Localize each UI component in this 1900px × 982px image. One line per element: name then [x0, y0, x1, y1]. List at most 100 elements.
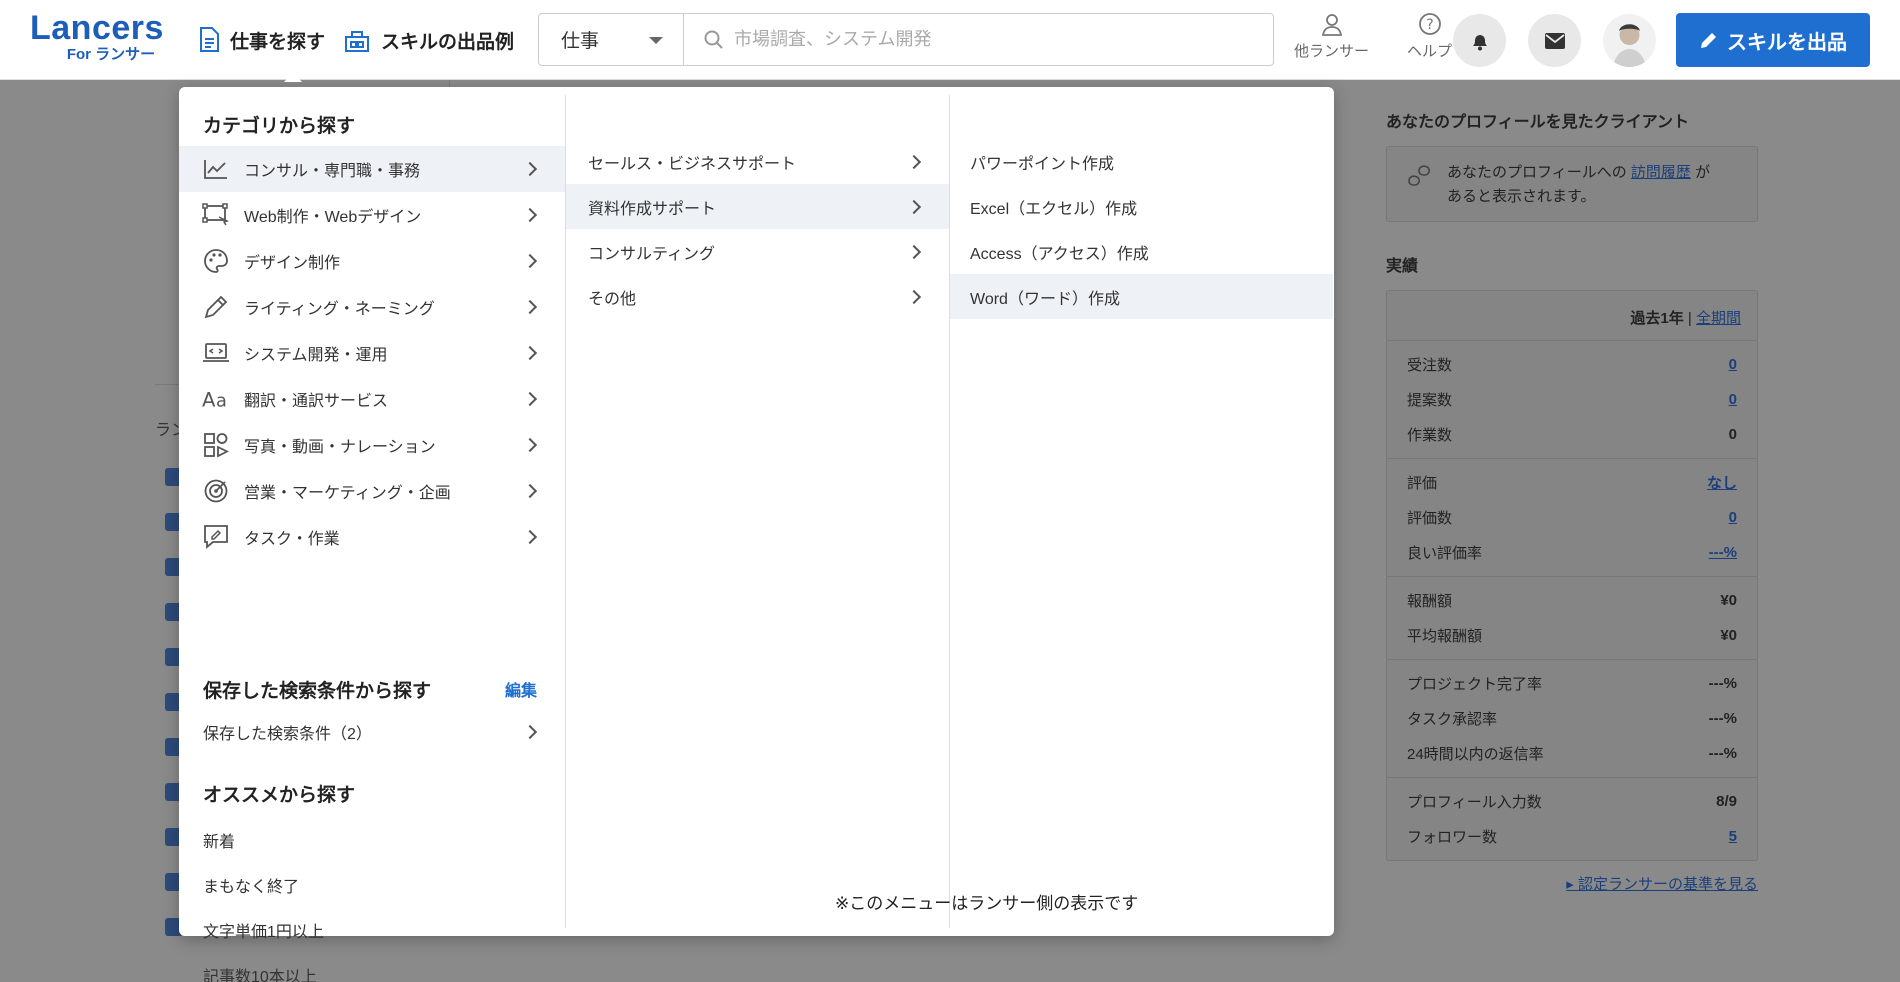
messages-button[interactable] [1528, 14, 1581, 67]
record-value[interactable]: なし [1707, 472, 1737, 493]
shop-icon [345, 31, 369, 52]
mail-icon [1544, 32, 1565, 49]
subcategory-label: コンサルティング [588, 245, 716, 263]
chart-line-icon [202, 155, 230, 183]
translate-icon: Aa [202, 385, 230, 413]
saved-edit-link[interactable]: 編集 [505, 677, 537, 701]
record-label: フォロワー数 [1407, 829, 1498, 846]
record-value[interactable]: 5 [1729, 828, 1737, 845]
chevron-right-icon [522, 437, 538, 453]
visited-text: あなたのプロフィールへの 訪問履歴 が あると表示されます。 [1447, 161, 1710, 207]
top-header: Lancers For ランサー 仕事を探す スキルの出品例 仕事 他ランサー … [0, 0, 1900, 80]
chevron-right-icon [906, 199, 922, 214]
palette-icon [202, 247, 230, 275]
search-box[interactable] [683, 13, 1274, 66]
search-type-select[interactable]: 仕事 [538, 13, 684, 66]
post-skill-label: スキルを出品 [1727, 31, 1847, 54]
leaf-list: パワーポイント作成 Excel（エクセル）作成 Access（アクセス）作成 Word… [950, 139, 1333, 319]
pen-icon [202, 293, 230, 321]
category-label: 営業・マーケティング・企画 [244, 485, 451, 502]
record-row: タスク承認率 ---% [1387, 701, 1757, 736]
chevron-right-icon [522, 483, 538, 499]
category-item[interactable]: コンサル・専門職・事務 [179, 146, 565, 192]
leaf-item[interactable]: Excel（エクセル）作成 [950, 184, 1333, 229]
other-lancers-link[interactable]: 他ランサー [1294, 12, 1369, 61]
record-label: 評価数 [1407, 510, 1453, 527]
search-input[interactable] [734, 29, 1254, 50]
document-icon [200, 27, 219, 52]
recommend-item[interactable]: 新着 [203, 828, 235, 852]
leaf-label: Word（ワード）作成 [970, 290, 1120, 308]
period-all-link[interactable]: 全期間 [1696, 310, 1741, 327]
record-row: 作業数 0 [1387, 417, 1757, 452]
subcategory-item[interactable]: 資料作成サポート [566, 184, 949, 229]
subcategory-label: セールス・ビジネスサポート [588, 155, 797, 173]
record-row: 提案数 0 [1387, 382, 1757, 417]
record-value[interactable]: 0 [1729, 509, 1737, 526]
record-value[interactable]: 0 [1729, 391, 1737, 408]
period-current[interactable]: 過去1年 [1630, 310, 1683, 327]
subcategory-item[interactable]: セールス・ビジネスサポート [566, 139, 949, 184]
period-separator: | [1687, 310, 1692, 327]
chevron-right-icon [906, 244, 922, 259]
laptop-code-icon [202, 339, 230, 367]
record-box: 過去1年 | 全期間 受注数 0 提案数 0 作業数 0 評価 なし 評価数 0 良い評価率 ---%… [1386, 290, 1758, 861]
leaf-item[interactable]: Access（アクセス）作成 [950, 229, 1333, 274]
subcategory-item[interactable]: その他 [566, 274, 949, 319]
post-skill-button[interactable]: スキルを出品 [1676, 13, 1870, 67]
saved-section-title: 保存した検索条件から探す [203, 681, 432, 702]
record-value: ---% [1708, 710, 1737, 727]
category-item[interactable]: ライティング・ネーミング [179, 284, 565, 330]
search-type-value: 仕事 [561, 31, 600, 52]
menu-pointer [284, 72, 302, 82]
notifications-button[interactable] [1453, 14, 1506, 67]
subcategory-item[interactable]: コンサルティング [566, 229, 949, 274]
record-row: 評価数 0 [1387, 500, 1757, 535]
bell-icon [1472, 34, 1487, 50]
category-section-title: カテゴリから探す [203, 116, 356, 137]
chevron-right-icon [522, 724, 538, 740]
user-icon [1321, 14, 1342, 36]
category-label: 翻訳・通訳サービス [244, 393, 389, 410]
profile-sidebar: あなたのプロフィールを見たクライアント あなたのプロフィールへの 訪問履歴 が … [1386, 108, 1758, 894]
record-row: 報酬額 ¥0 [1387, 583, 1757, 618]
leaf-item[interactable]: パワーポイント作成 [950, 139, 1333, 184]
avatar[interactable] [1603, 14, 1656, 67]
record-row: プロジェクト完了率 ---% [1387, 666, 1757, 701]
recommend-item[interactable]: 記事数10本以上 [203, 963, 317, 982]
record-value[interactable]: ---% [1709, 544, 1737, 561]
category-item[interactable]: Web制作・Webデザイン [179, 192, 565, 238]
category-item[interactable]: 営業・マーケティング・企画 [179, 468, 565, 514]
category-item[interactable]: 写真・動画・ナレーション [179, 422, 565, 468]
record-row: 良い評価率 ---% [1387, 535, 1757, 570]
category-item[interactable]: タスク・作業 [179, 514, 565, 560]
record-label: 24時間以内の返信率 [1407, 746, 1544, 763]
skill-examples-link[interactable]: スキルの出品例 [343, 24, 514, 56]
category-item[interactable]: デザイン制作 [179, 238, 565, 284]
leaf-item[interactable]: Word（ワード）作成 [950, 274, 1333, 319]
saved-search-item[interactable]: 保存した検索条件（2） [179, 709, 565, 755]
record-row: 平均報酬額 ¥0 [1387, 618, 1757, 653]
record-period: 過去1年 | 全期間 [1387, 291, 1757, 341]
recommend-item[interactable]: 文字単価1円以上 [203, 918, 324, 942]
category-item[interactable]: Aa 翻訳・通訳サービス [179, 376, 565, 422]
target-icon [202, 477, 230, 505]
record-group: プロフィール入力数 8/9 フォロワー数 5 [1387, 778, 1757, 860]
subcategory-label: 資料作成サポート [588, 200, 717, 218]
record-label: 平均報酬額 [1407, 628, 1483, 645]
lancers-logo[interactable]: Lancers For ランサー [30, 8, 170, 68]
skill-examples-label: スキルの出品例 [381, 31, 515, 53]
footprint-icon [1408, 165, 1430, 186]
visit-history-link[interactable]: 訪問履歴 [1631, 164, 1691, 181]
recommend-item[interactable]: まもなく終了 [203, 873, 299, 897]
help-link[interactable]: ? ヘルプ [1407, 12, 1452, 61]
task-icon [202, 523, 230, 551]
record-value: ---% [1708, 745, 1737, 762]
criteria-link[interactable]: ▸ 認定ランサーの基準を見る [1386, 873, 1758, 894]
record-value[interactable]: 0 [1729, 356, 1737, 373]
visited-title: あなたのプロフィールを見たクライアント [1386, 114, 1690, 131]
category-label: Web制作・Webデザイン [244, 209, 422, 226]
record-group: 報酬額 ¥0 平均報酬額 ¥0 [1387, 577, 1757, 660]
find-work-link[interactable]: 仕事を探す [198, 24, 325, 56]
category-item[interactable]: システム開発・運用 [179, 330, 565, 376]
